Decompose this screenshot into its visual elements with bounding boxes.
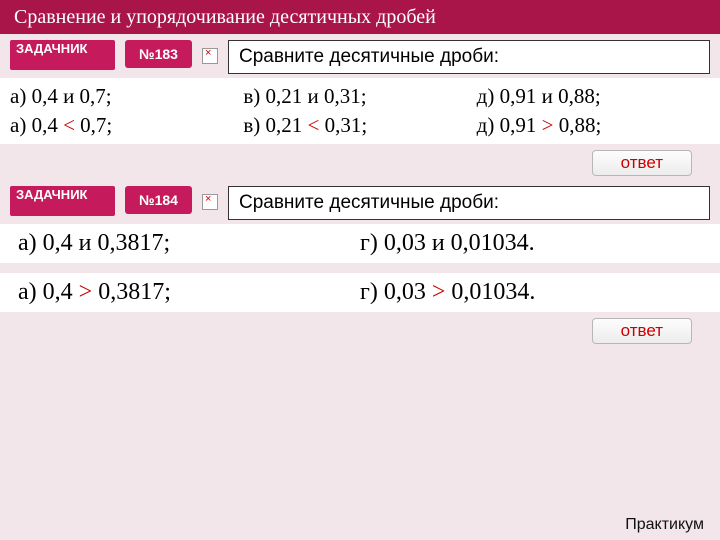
problem-row: а) 0,4 и 0,7; в) 0,21 и 0,31; д) 0,91 и …: [0, 82, 720, 111]
zadachnik-badge: ЗАДАЧНИК: [10, 186, 115, 216]
answer-button-row-183: ответ: [0, 144, 720, 180]
less-than-icon: <: [308, 113, 320, 137]
answer-row-183: а) 0,4 < 0,7; в) 0,21 < 0,31; д) 0,91 > …: [0, 111, 720, 140]
broken-image-icon: [202, 48, 218, 64]
task-header-183: ЗАДАЧНИК №183 Сравните десятичные дроби:: [0, 34, 720, 78]
problem-a: а) 0,4 и 0,3817;: [18, 230, 360, 257]
answer-a: а) 0,4 > 0,3817;: [18, 279, 360, 306]
answer-d: д) 0,91 > 0,88;: [477, 113, 710, 138]
task-header-184: ЗАДАЧНИК №184 Сравните десятичные дроби:: [0, 180, 720, 224]
broken-image-icon: [202, 194, 218, 210]
problem-a: а) 0,4 и 0,7;: [10, 84, 243, 109]
page-title: Сравнение и упорядочивание десятичных др…: [0, 0, 720, 34]
problems-183: а) 0,4 и 0,7; в) 0,21 и 0,31; д) 0,91 и …: [0, 78, 720, 144]
answer-button-row-184: ответ: [0, 312, 720, 348]
task-number-183: №183: [125, 40, 192, 68]
problem-d: д) 0,91 и 0,88;: [477, 84, 710, 109]
instruction-184: Сравните десятичные дроби:: [228, 186, 710, 220]
footer-label: Практикум: [625, 516, 704, 534]
answer-button[interactable]: ответ: [592, 318, 692, 344]
answer-g: г) 0,03 > 0,01034.: [360, 279, 702, 306]
problems-184: а) 0,4 и 0,3817; г) 0,03 и 0,01034.: [0, 224, 720, 263]
answers-184: а) 0,4 > 0,3817; г) 0,03 > 0,01034.: [0, 273, 720, 312]
less-than-icon: <: [63, 113, 75, 137]
problem-row: а) 0,4 и 0,3817; г) 0,03 и 0,01034.: [0, 228, 720, 259]
instruction-183: Сравните десятичные дроби:: [228, 40, 710, 74]
greater-than-icon: >: [79, 279, 93, 305]
answer-v: в) 0,21 < 0,31;: [243, 113, 476, 138]
greater-than-icon: >: [542, 113, 554, 137]
problem-v: в) 0,21 и 0,31;: [243, 84, 476, 109]
problem-g: г) 0,03 и 0,01034.: [360, 230, 702, 257]
answer-row-184: а) 0,4 > 0,3817; г) 0,03 > 0,01034.: [0, 277, 720, 308]
answer-button[interactable]: ответ: [592, 150, 692, 176]
task-number-184: №184: [125, 186, 192, 214]
greater-than-icon: >: [432, 279, 446, 305]
zadachnik-badge: ЗАДАЧНИК: [10, 40, 115, 70]
answer-a: а) 0,4 < 0,7;: [10, 113, 243, 138]
